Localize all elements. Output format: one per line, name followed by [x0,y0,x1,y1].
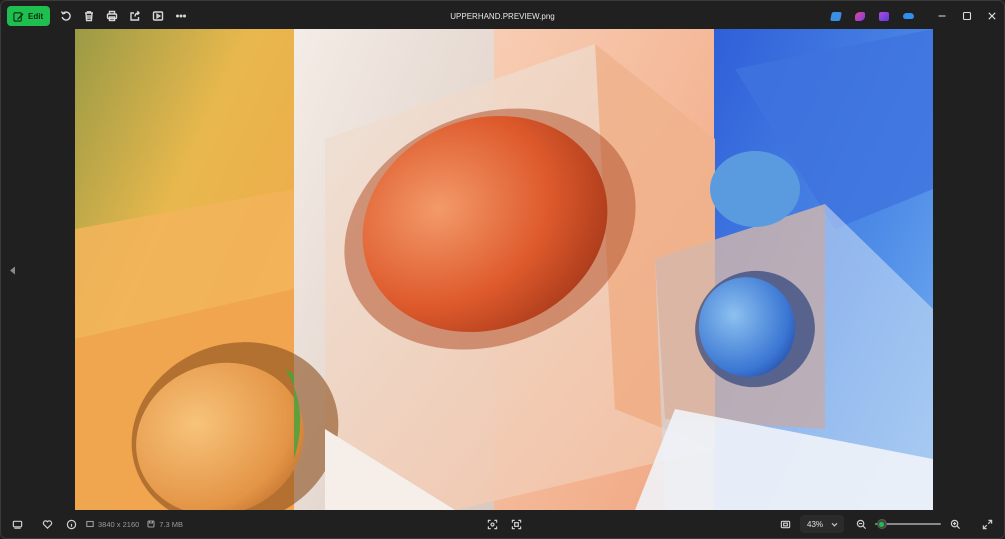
app-icon-3[interactable] [873,5,895,27]
more-icon [176,14,187,18]
zoom-slider-thumb[interactable] [876,519,887,529]
frame-focus-icon [511,519,521,529]
photo-canvas[interactable] [75,29,933,510]
edit-button-label: Edit [28,11,44,21]
print-button[interactable] [101,5,123,27]
rotate-button[interactable] [55,5,77,27]
edit-button[interactable]: Edit [7,6,51,26]
maximize-icon [962,11,971,21]
chevron-down-icon [831,522,838,527]
close-icon [987,12,996,20]
delete-icon [85,11,94,22]
info-icon [66,519,76,529]
zoom-out-icon [856,519,866,529]
crop-focus-button[interactable] [505,513,527,535]
visual-search-icon [487,519,497,529]
app-icon-2[interactable] [849,5,871,27]
favorite-button[interactable] [36,513,58,535]
disk-icon [147,520,155,528]
zoom-level-dropdown[interactable]: 43% [800,515,844,533]
previous-image-button[interactable] [5,259,19,281]
print-icon [106,10,118,22]
rotate-icon [61,11,71,21]
center-tools [481,513,527,535]
slideshow-icon [152,11,164,21]
onedrive-icon[interactable] [897,5,919,27]
zoom-level-text: 43% [807,519,824,529]
expand-icon [982,519,992,529]
full-screen-button[interactable] [976,513,998,535]
zoom-in-button[interactable] [944,513,966,535]
filmstrip-button[interactable] [6,513,28,535]
image-size-icon [86,520,94,528]
zoom-in-icon [950,519,960,529]
dimensions-text: 3840 x 2160 [98,519,140,529]
photo-image [75,29,933,510]
share-icon [130,10,141,21]
app-icon-1[interactable] [825,5,847,27]
fit-to-window-button[interactable] [774,513,796,535]
share-button[interactable] [124,5,146,27]
visual-search-button[interactable] [481,513,503,535]
file-size: 7.3 MB [147,520,183,529]
title-right-area [825,1,1004,31]
delete-button[interactable] [78,5,100,27]
maximize-button[interactable] [954,1,979,31]
heart-icon [42,519,52,529]
zoom-controls: 43% [774,510,998,538]
slideshow-button[interactable] [147,5,169,27]
chevron-left-icon [9,266,15,274]
bottom-toolbar: 3840 x 2160 7.3 MB 43% [1,510,1004,538]
fit-window-icon [780,520,790,528]
filmstrip-icon [12,520,22,529]
close-button[interactable] [979,1,1004,31]
image-dimensions: 3840 x 2160 [86,520,139,529]
minimize-icon [938,15,945,17]
zoom-slider[interactable] [875,517,941,531]
zoom-out-button[interactable] [850,513,872,535]
more-options-button[interactable] [170,5,192,27]
file-size-text: 7.3 MB [159,519,184,529]
photos-app-window: Edit UPPERHAND.PREVIEW.png 3840 x 2160 7… [0,0,1005,539]
edit-pencil-icon [13,11,24,22]
minimize-button[interactable] [929,1,954,31]
file-info-button[interactable] [60,513,82,535]
top-toolbar: Edit UPPERHAND.PREVIEW.png [1,1,1004,31]
